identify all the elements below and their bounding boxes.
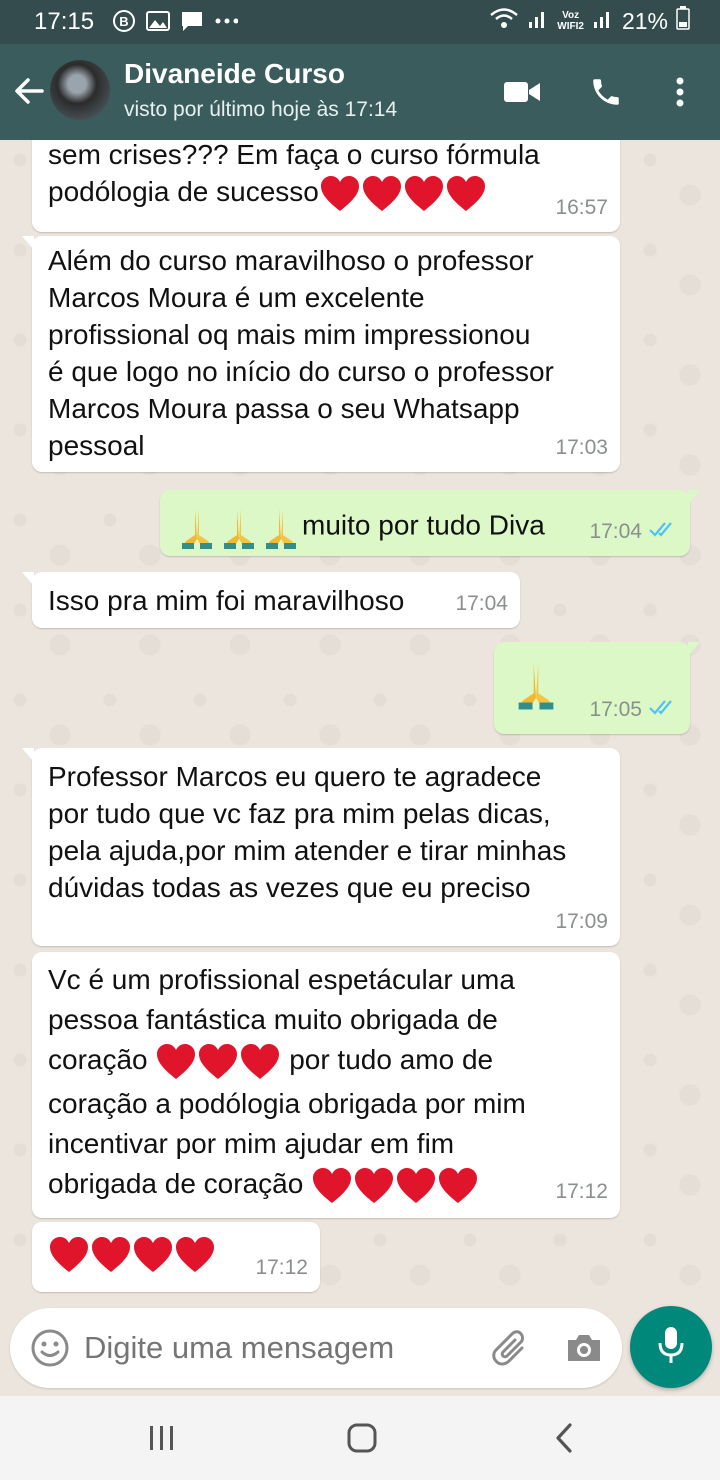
image-icon	[146, 9, 170, 33]
message-outgoing[interactable]: 17:05	[494, 642, 700, 734]
message-time: 17:09	[555, 910, 608, 933]
message-incoming[interactable]: 17:12	[32, 1222, 320, 1292]
camera-icon[interactable]	[564, 1328, 604, 1368]
message-incoming[interactable]: Além do curso maravilhoso o professor Ma…	[22, 236, 620, 472]
emoji-icon[interactable]	[30, 1328, 70, 1368]
chat-header: Divaneide Curso visto por último hoje às…	[0, 44, 720, 140]
mic-button[interactable]	[630, 1306, 712, 1388]
message-time: 17:03	[555, 436, 608, 459]
message-time: 17:04	[455, 592, 508, 615]
message-time: 17:05	[589, 698, 642, 721]
message-time: 16:57	[555, 196, 608, 219]
message-line: coração	[48, 1044, 148, 1075]
status-time: 17:15	[34, 8, 95, 35]
more-vert-icon[interactable]	[658, 70, 702, 114]
message-composer	[10, 1308, 622, 1388]
avatar[interactable]	[50, 60, 110, 120]
message-outgoing[interactable]: muito por tudo Diva 17:04	[160, 490, 700, 556]
message-text: Além do curso maravilhoso o professor Ma…	[48, 245, 554, 461]
message-incoming[interactable]: Professor Marcos eu quero te agradece po…	[22, 748, 620, 946]
read-ticks-icon	[648, 513, 678, 550]
svg-text:B: B	[119, 14, 128, 29]
message-line: coração a podólogia obrigada por mim	[48, 1088, 526, 1119]
signal-icon	[527, 6, 549, 36]
battery-icon	[676, 6, 690, 36]
system-nav-bar	[0, 1396, 720, 1480]
heart-emojis	[311, 1167, 479, 1203]
heart-emojis	[319, 175, 487, 211]
chat-area[interactable]: sem crises??? Em faça o curso fórmula po…	[0, 140, 720, 1308]
carrier-label: Voz WIFI2	[557, 10, 584, 32]
contact-name[interactable]: Divaneide Curso	[124, 58, 345, 90]
message-incoming[interactable]: sem crises??? Em faça o curso fórmula po…	[32, 140, 620, 232]
status-bar: 17:15 B Voz WIFI2 21%	[0, 0, 720, 44]
read-ticks-icon	[648, 691, 678, 728]
message-line: obrigada de coração	[48, 1168, 304, 1199]
message-line: incentivar por mim ajudar em fim	[48, 1128, 455, 1159]
message-text: Professor Marcos eu quero te agradece po…	[48, 761, 567, 903]
heart-emojis	[155, 1043, 281, 1079]
more-dots-icon	[214, 9, 238, 33]
b-icon: B	[112, 9, 136, 33]
back-arrow-icon[interactable]	[12, 74, 46, 108]
attach-icon[interactable]	[488, 1326, 528, 1370]
heart-emojis	[48, 1236, 216, 1272]
pray-emojis	[176, 509, 302, 549]
message-line: por tudo amo de	[289, 1044, 494, 1075]
wifi-icon	[489, 6, 519, 36]
video-call-icon[interactable]	[500, 70, 544, 114]
message-line: Vc é um profissional espetácular uma	[48, 964, 515, 995]
mic-icon	[656, 1325, 686, 1370]
message-time: 17:12	[255, 1256, 308, 1279]
recents-icon[interactable]	[142, 1418, 182, 1458]
last-seen-status: visto por último hoje às 17:14	[124, 98, 398, 121]
signal-icon-2	[592, 6, 614, 36]
message-text: Isso pra mim foi maravilhoso	[48, 585, 405, 616]
pray-emoji	[510, 663, 558, 710]
message-time: 17:04	[589, 520, 642, 543]
phone-icon[interactable]	[584, 70, 628, 114]
home-icon[interactable]	[342, 1418, 382, 1458]
message-time: 17:12	[555, 1180, 608, 1203]
message-input[interactable]	[84, 1330, 474, 1366]
message-incoming[interactable]: Isso pra mim foi maravilhoso 17:04	[22, 572, 520, 628]
message-line: pessoa fantástica muito obrigada de	[48, 1004, 498, 1035]
back-icon[interactable]	[544, 1418, 584, 1458]
message-incoming[interactable]: Vc é um profissional espetácular uma pes…	[32, 952, 620, 1218]
message-text: muito por tudo Diva	[302, 509, 545, 541]
battery-percent: 21%	[621, 7, 668, 34]
chat-icon	[180, 9, 204, 33]
